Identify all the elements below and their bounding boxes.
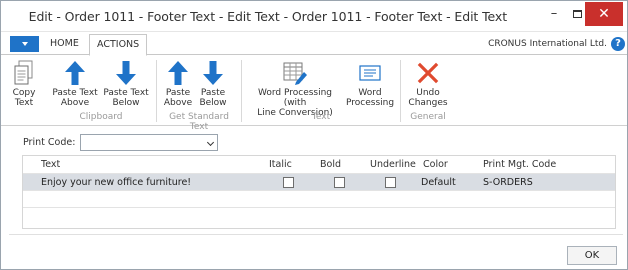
column-header-bold[interactable]: Bold — [320, 159, 341, 170]
document-icon — [346, 58, 394, 88]
word-processing-line-conversion-button[interactable]: Word Processing (with Line Conversion) — [246, 58, 344, 118]
print-code-label: Print Code: — [23, 137, 76, 148]
paste-text-below-label: Paste Text Below — [103, 88, 149, 108]
arrow-up-icon — [51, 58, 99, 88]
arrow-down-icon — [102, 58, 150, 88]
table-row-empty[interactable] — [23, 207, 615, 224]
copy-text-button[interactable]: Copy Text — [11, 58, 37, 108]
window-title: Edit - Order 1011 - Footer Text - Edit T… — [28, 9, 507, 24]
chevron-down-icon — [206, 138, 215, 147]
arrow-up-icon — [161, 58, 195, 88]
app-menu-button[interactable] — [10, 36, 39, 52]
paste-below-button[interactable]: Paste Below — [196, 58, 230, 108]
group-label-text: Text — [311, 112, 331, 122]
grid-header: Text Italic Bold Underline Color Print M… — [23, 156, 615, 173]
word-processing-button[interactable]: Word Processing — [346, 58, 394, 108]
bold-checkbox[interactable] — [334, 177, 345, 188]
maximize-button[interactable] — [569, 1, 585, 26]
paste-text-above-button[interactable]: Paste Text Above — [51, 58, 99, 108]
print-code-select[interactable] — [80, 134, 218, 151]
undo-changes-label: Undo Changes — [408, 88, 448, 108]
column-header-underline[interactable]: Underline — [370, 159, 416, 170]
paste-above-button[interactable]: Paste Above — [161, 58, 195, 108]
arrow-down-icon — [196, 58, 230, 88]
close-button[interactable]: ✕ — [585, 2, 623, 26]
dialog-window: Edit - Order 1011 - Footer Text - Edit T… — [0, 0, 628, 270]
title-bar: Edit - Order 1011 - Footer Text - Edit T… — [1, 1, 627, 32]
underline-checkbox[interactable] — [385, 177, 396, 188]
group-label-general: General — [410, 112, 446, 122]
table-row[interactable]: Enjoy your new office furniture! Default… — [23, 173, 615, 190]
paste-below-label: Paste Below — [199, 88, 227, 108]
column-header-print-mgt-code[interactable]: Print Mgt. Code — [483, 159, 556, 170]
undo-x-icon — [406, 58, 450, 88]
column-header-italic[interactable]: Italic — [269, 159, 292, 170]
minimize-button[interactable]: – — [544, 1, 564, 26]
copy-text-label: Copy Text — [12, 88, 36, 108]
word-processing-label: Word Processing — [346, 88, 395, 108]
ribbon-tabs: HOME ACTIONS CRONUS International Ltd. ? — [1, 34, 627, 56]
group-label-get-standard-text: Get Standard Text — [169, 112, 229, 132]
paste-above-label: Paste Above — [163, 88, 193, 108]
ok-button[interactable]: OK — [567, 246, 617, 265]
paste-text-above-label: Paste Text Above — [52, 88, 98, 108]
table-edit-icon — [246, 58, 344, 88]
column-header-color[interactable]: Color — [423, 159, 448, 170]
column-header-text[interactable]: Text — [41, 159, 60, 170]
maximize-icon — [572, 9, 582, 18]
copy-icon — [11, 58, 37, 88]
group-label-clipboard: Clipboard — [79, 112, 123, 122]
undo-changes-button[interactable]: Undo Changes — [406, 58, 450, 108]
help-icon[interactable]: ? — [611, 37, 625, 51]
row-text[interactable]: Enjoy your new office furniture! — [41, 177, 191, 188]
text-lines-grid: Text Italic Bold Underline Color Print M… — [22, 155, 616, 229]
row-print-mgt-code[interactable]: S-ORDERS — [483, 177, 533, 188]
tab-home[interactable]: HOME — [50, 38, 79, 49]
table-row-empty[interactable] — [23, 190, 615, 207]
paste-text-below-button[interactable]: Paste Text Below — [102, 58, 150, 108]
group-divider — [156, 60, 157, 122]
tab-actions[interactable]: ACTIONS — [89, 34, 148, 56]
divider — [9, 234, 623, 235]
group-divider — [400, 60, 401, 122]
ribbon: Copy Text Paste Text Above Paste Text Be… — [1, 56, 627, 132]
group-divider — [241, 60, 242, 122]
caret-down-icon — [21, 42, 28, 46]
row-color[interactable]: Default — [421, 177, 456, 188]
italic-checkbox[interactable] — [283, 177, 294, 188]
company-name: CRONUS International Ltd. — [488, 39, 607, 49]
